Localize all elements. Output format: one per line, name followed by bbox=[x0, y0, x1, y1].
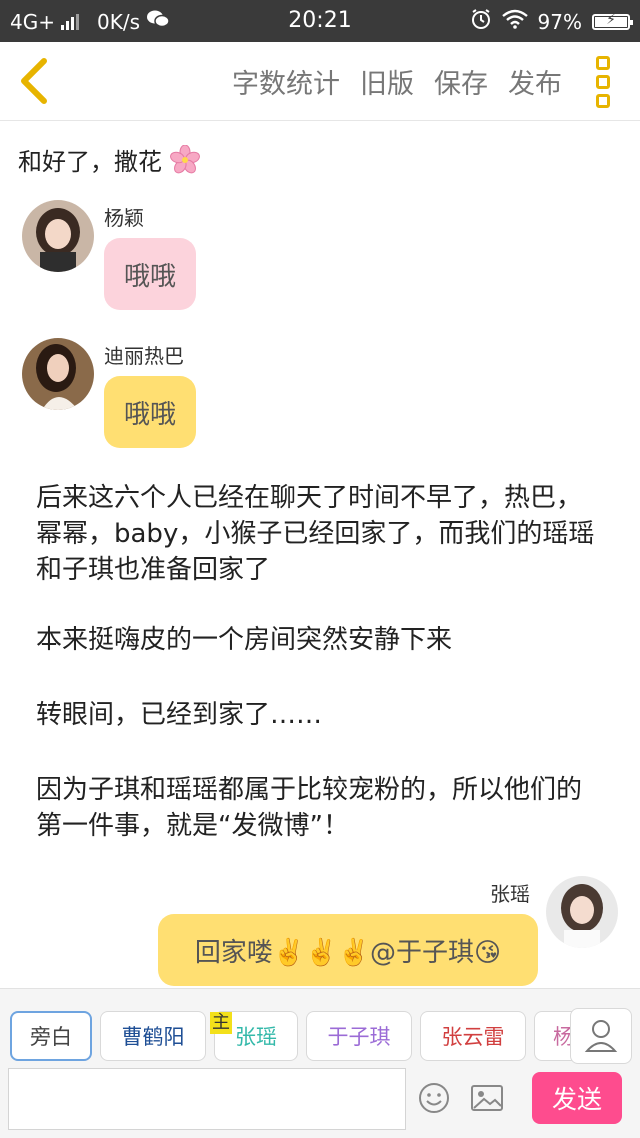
sender-name: 张瑶 bbox=[490, 882, 530, 906]
message-text: 哦哦 bbox=[123, 399, 176, 430]
role-label: 曹鹤阳 bbox=[121, 1025, 185, 1049]
story-title: 和好了，撒花 bbox=[18, 142, 200, 181]
more-menu-icon[interactable] bbox=[596, 56, 618, 108]
avatar[interactable] bbox=[22, 200, 94, 272]
status-right: 97% ⚡ bbox=[470, 8, 633, 35]
status-bar: 4G+ 0K/s 20:21 97% ⚡ bbox=[0, 0, 640, 42]
battery-percent: 97% bbox=[537, 9, 582, 34]
publish-button[interactable]: 发布 bbox=[508, 62, 562, 101]
battery-icon: ⚡ bbox=[592, 12, 633, 30]
message-text: 哦哦 bbox=[123, 261, 176, 292]
avatar[interactable] bbox=[22, 338, 94, 410]
role-chip-narration[interactable]: 旁白 bbox=[10, 1011, 92, 1061]
narration-paragraph: 转眼间，已经到家了…… bbox=[36, 700, 323, 730]
narration-paragraph: 本来挺嗨皮的一个房间突然安静下来 bbox=[36, 625, 453, 655]
emoji-icon[interactable] bbox=[418, 1082, 450, 1114]
back-chevron-icon[interactable] bbox=[14, 56, 54, 106]
narration-paragraph: 后来这六个人已经在聊天了时间不早了，热巴，幂幂，baby，小猴子已经回家了，而我… bbox=[36, 483, 595, 585]
cherry-blossom-icon bbox=[169, 144, 200, 181]
editor-toolbar: 字数统计 旧版 保存 发布 bbox=[0, 42, 640, 121]
message-text: 回家喽✌️✌️✌️@于子琪😘 bbox=[194, 937, 502, 968]
wifi-icon bbox=[501, 9, 528, 34]
sender-name: 迪丽热巴 bbox=[104, 344, 184, 368]
word-count-button[interactable]: 字数统计 bbox=[232, 62, 340, 101]
role-label: 张云雷 bbox=[441, 1025, 505, 1049]
role-label: 张瑶 bbox=[235, 1025, 277, 1049]
manage-roles-button[interactable] bbox=[570, 1008, 632, 1064]
avatar[interactable] bbox=[546, 876, 618, 948]
message-bubble: 回家喽✌️✌️✌️@于子琪😘 bbox=[158, 914, 538, 986]
message-bubble: 哦哦 bbox=[104, 238, 196, 310]
user-icon bbox=[584, 1020, 618, 1052]
story-title-text: 和好了，撒花 bbox=[18, 148, 162, 176]
narration-paragraph: 因为子琪和瑶瑶都属于比较宠粉的，所以他们的第一件事，就是“发微博”！ bbox=[36, 775, 583, 841]
toolbar-actions: 字数统计 旧版 保存 发布 bbox=[232, 62, 562, 101]
role-label: 于子琪 bbox=[327, 1025, 391, 1049]
image-icon[interactable] bbox=[470, 1084, 504, 1112]
send-button[interactable]: 发送 bbox=[532, 1072, 622, 1124]
role-chip[interactable]: 曹鹤阳 bbox=[100, 1011, 206, 1061]
alarm-icon bbox=[470, 8, 492, 35]
message-input[interactable] bbox=[8, 1068, 406, 1130]
role-chip[interactable]: 于子琪 bbox=[306, 1011, 412, 1061]
sender-name: 杨颖 bbox=[104, 206, 144, 230]
role-chip[interactable]: 张云雷 bbox=[420, 1011, 526, 1061]
save-button[interactable]: 保存 bbox=[434, 62, 488, 101]
role-label: 旁白 bbox=[30, 1025, 72, 1049]
old-version-button[interactable]: 旧版 bbox=[360, 62, 414, 101]
main-role-badge: 主 bbox=[210, 1012, 232, 1034]
message-bubble: 哦哦 bbox=[104, 376, 196, 448]
